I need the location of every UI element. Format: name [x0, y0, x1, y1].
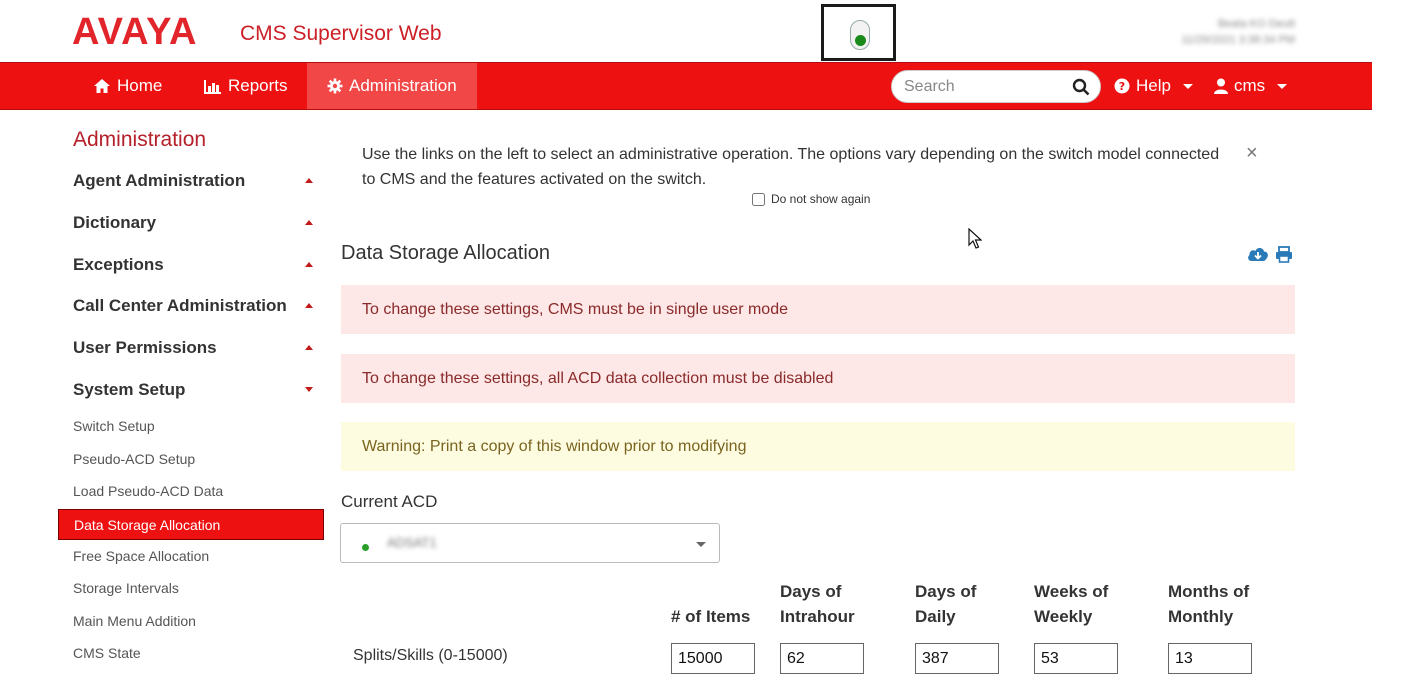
col-header-daily: Days of Daily [915, 579, 976, 629]
splits-weekly-input[interactable] [1034, 643, 1118, 674]
col-header-line: Intrahour [780, 607, 855, 626]
bar-chart-icon [204, 79, 221, 94]
avaya-logo[interactable]: AVAYA [72, 12, 197, 52]
chevron-down-icon [1277, 83, 1288, 89]
do-not-show-label: Do not show again [771, 192, 871, 206]
gear-icon [327, 78, 343, 94]
session-timestamp: 11/29/2021 3:38:34 PM [1181, 34, 1295, 46]
current-acd-select[interactable]: ADSAT1 [340, 523, 720, 563]
col-header-line: Weekly [1034, 607, 1093, 626]
nav-help-label: Help [1136, 76, 1171, 95]
svg-text:?: ? [1119, 80, 1125, 93]
col-header-weekly: Weeks of Weekly [1034, 579, 1108, 629]
col-header-line: Months of [1168, 582, 1250, 601]
sidebar-section-label: Exceptions [73, 255, 164, 274]
sidebar-section-label: Dictionary [73, 213, 157, 232]
search-input[interactable] [904, 77, 1064, 97]
nav-reports-label: Reports [228, 76, 288, 95]
search-box[interactable] [891, 70, 1101, 103]
caret-up-icon [305, 262, 313, 267]
caret-up-icon [305, 178, 313, 183]
sidebar-title: Administration [73, 128, 207, 151]
info-message: Use the links on the left to select an a… [362, 146, 1220, 188]
sidebar-section-label: Agent Administration [73, 171, 246, 190]
current-acd-value: ADSAT1 [387, 535, 437, 550]
user-icon [1214, 78, 1228, 94]
sidebar-section-label: User Permissions [73, 338, 217, 357]
sidebar-section-user-permissions[interactable]: User Permissions [73, 338, 313, 358]
row-label-splits-skills: Splits/Skills (0-15000) [353, 647, 508, 664]
page-title: Data Storage Allocation [341, 242, 551, 264]
col-header-monthly: Months of Monthly [1168, 579, 1249, 629]
sidebar-section-label: System Setup [73, 380, 186, 399]
sidebar-item-cms-state[interactable]: CMS State [58, 638, 324, 669]
mouse-pointer-icon [968, 228, 982, 249]
nav-help[interactable]: ? Help [1114, 63, 1193, 109]
home-icon [94, 79, 110, 93]
nav-home[interactable]: Home [93, 63, 162, 109]
main-navbar: Home Reports Administration ? Help cms [0, 62, 1372, 110]
chevron-down-icon [1182, 83, 1193, 89]
search-icon[interactable] [1072, 78, 1090, 96]
col-header-line: Monthly [1168, 607, 1234, 626]
sidebar-section-agent-administration[interactable]: Agent Administration [73, 171, 313, 191]
sidebar-item-storage-intervals[interactable]: Storage Intervals [58, 573, 324, 604]
sidebar-section-exceptions[interactable]: Exceptions [73, 255, 313, 275]
status-dot-icon [855, 35, 866, 46]
sidebar-item-main-menu-addition[interactable]: Main Menu Addition [58, 606, 324, 637]
col-header-items: # of Items [671, 607, 751, 626]
current-acd-label: Current ACD [341, 492, 438, 511]
print-icon[interactable] [1275, 246, 1293, 263]
close-icon[interactable]: × [1246, 142, 1258, 165]
caret-up-icon [305, 303, 313, 308]
col-header-line: Daily [915, 607, 956, 626]
do-not-show-again[interactable]: Do not show again [752, 192, 870, 206]
sidebar-item-switch-setup[interactable]: Switch Setup [58, 411, 324, 442]
do-not-show-checkbox[interactable] [752, 192, 765, 206]
page-tools [1247, 246, 1293, 263]
nav-user-label: cms [1234, 76, 1266, 95]
app-title: CMS Supervisor Web [240, 22, 442, 45]
nav-home-label: Home [117, 76, 163, 95]
chevron-down-icon [696, 542, 706, 547]
sidebar-section-system-setup[interactable]: System Setup [73, 380, 313, 400]
splits-items-input[interactable] [671, 643, 755, 674]
col-header-line: Days of [915, 582, 977, 601]
col-header-line: Days of [780, 582, 842, 601]
nav-user-menu[interactable]: cms [1214, 63, 1288, 109]
status-light [850, 20, 870, 50]
caret-up-icon [305, 345, 313, 350]
nav-reports[interactable]: Reports [204, 63, 288, 109]
sidebar-item-data-storage-allocation[interactable]: Data Storage Allocation [58, 509, 324, 540]
sidebar-section-call-center-administration[interactable]: Call Center Administration [73, 296, 313, 316]
user-name: Beata KO Deutt [1217, 18, 1295, 30]
col-header-intrahour: Days of Intrahour [780, 579, 855, 629]
col-header-line: Weeks of [1034, 582, 1109, 601]
sidebar-section-label: Call Center Administration [73, 296, 287, 315]
sidebar-section-dictionary[interactable]: Dictionary [73, 213, 313, 233]
help-circle-icon: ? [1114, 78, 1130, 94]
alert-single-user-mode: To change these settings, CMS must be in… [341, 285, 1295, 334]
caret-down-icon [305, 387, 313, 392]
splits-monthly-input[interactable] [1168, 643, 1252, 674]
app-header: AVAYA CMS Supervisor Web Beata KO Deutt … [0, 0, 1407, 62]
splits-intrahour-input[interactable] [780, 643, 864, 674]
nav-administration[interactable]: Administration [307, 63, 477, 109]
sidebar-item-pseudo-acd-setup[interactable]: Pseudo-ACD Setup [58, 444, 324, 475]
warning-print-copy: Warning: Print a copy of this window pri… [341, 422, 1295, 471]
acd-status-dot-icon [362, 544, 369, 551]
sidebar-item-free-space-allocation[interactable]: Free Space Allocation [58, 541, 324, 572]
nav-administration-label: Administration [349, 76, 457, 95]
connection-status-indicator[interactable] [821, 4, 896, 61]
cloud-download-icon[interactable] [1247, 246, 1269, 263]
user-session-info: Beata KO Deutt 11/29/2021 3:38:34 PM [1181, 16, 1295, 48]
splits-daily-input[interactable] [915, 643, 999, 674]
sidebar-item-load-pseudo-acd-data[interactable]: Load Pseudo-ACD Data [58, 476, 324, 507]
caret-up-icon [305, 220, 313, 225]
alert-acd-collection: To change these settings, all ACD data c… [341, 354, 1295, 403]
